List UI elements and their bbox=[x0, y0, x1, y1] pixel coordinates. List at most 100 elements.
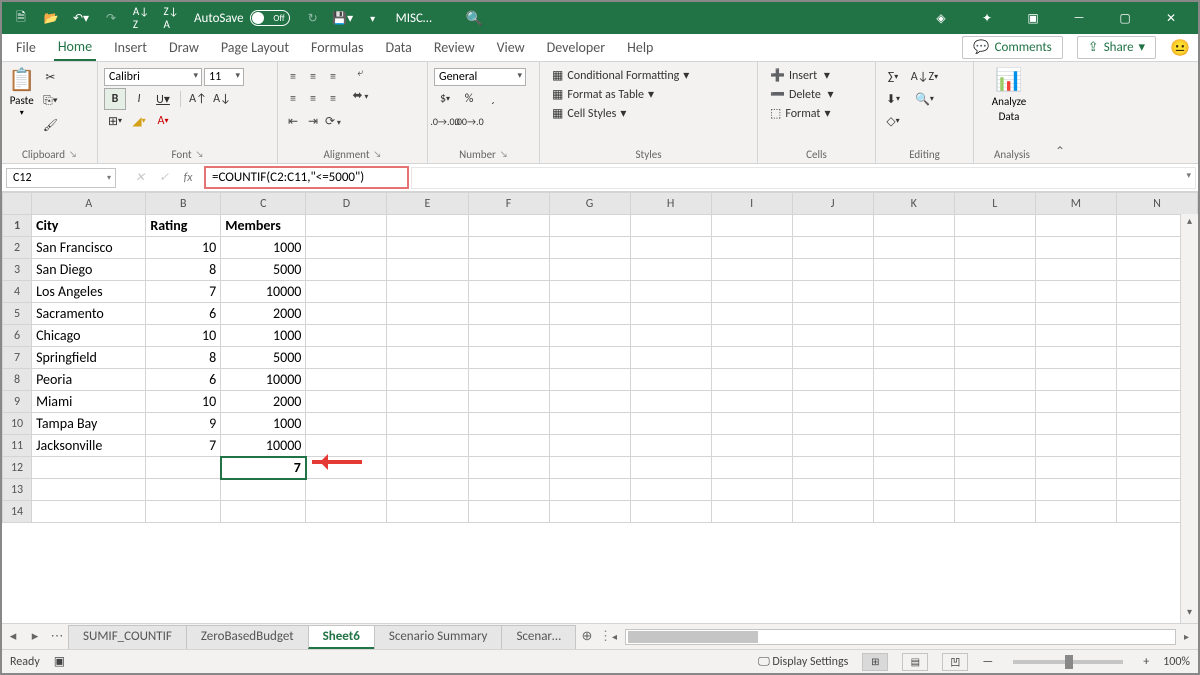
cell[interactable] bbox=[711, 369, 792, 391]
collapse-ribbon-icon[interactable]: ⌃ bbox=[1050, 62, 1070, 163]
cell[interactable] bbox=[792, 325, 873, 347]
align-center-icon[interactable]: ≡ bbox=[304, 92, 322, 106]
sheet-tab[interactable]: Scenario Summary bbox=[374, 625, 503, 649]
sheet-tab[interactable]: SUMIF_COUNTIF bbox=[68, 625, 187, 649]
cell[interactable] bbox=[468, 501, 549, 523]
align-top-icon[interactable]: ≡ bbox=[284, 70, 302, 84]
cell[interactable] bbox=[630, 325, 711, 347]
cell[interactable]: 6 bbox=[146, 303, 221, 325]
cell[interactable] bbox=[1035, 435, 1116, 457]
tab-review[interactable]: Review bbox=[430, 35, 479, 60]
cell[interactable]: 2000 bbox=[221, 391, 306, 413]
cell[interactable] bbox=[873, 325, 954, 347]
cell[interactable] bbox=[954, 391, 1035, 413]
cell[interactable] bbox=[1035, 259, 1116, 281]
close-button[interactable]: ✕ bbox=[1150, 5, 1192, 31]
cell[interactable] bbox=[792, 479, 873, 501]
cell[interactable] bbox=[792, 413, 873, 435]
cell[interactable]: 10000 bbox=[221, 281, 306, 303]
header-cell[interactable]: Members bbox=[221, 215, 306, 237]
cell[interactable] bbox=[306, 369, 387, 391]
cell[interactable]: Peoria bbox=[32, 369, 146, 391]
cell[interactable] bbox=[873, 347, 954, 369]
col-header-N[interactable]: N bbox=[1116, 193, 1197, 215]
cell[interactable] bbox=[32, 457, 146, 479]
cell[interactable] bbox=[954, 259, 1035, 281]
row-header-9[interactable]: 9 bbox=[3, 391, 32, 413]
row-header-14[interactable]: 14 bbox=[3, 501, 32, 523]
cell[interactable]: 10 bbox=[146, 325, 221, 347]
cell[interactable]: 7 bbox=[146, 281, 221, 303]
cell[interactable] bbox=[954, 325, 1035, 347]
cell[interactable] bbox=[630, 435, 711, 457]
cell[interactable] bbox=[468, 325, 549, 347]
cell[interactable] bbox=[468, 435, 549, 457]
cell[interactable]: 2000 bbox=[221, 303, 306, 325]
cell[interactable] bbox=[873, 303, 954, 325]
cell[interactable] bbox=[792, 457, 873, 479]
cell[interactable] bbox=[711, 413, 792, 435]
cell[interactable] bbox=[468, 215, 549, 237]
horizontal-scrollbar[interactable] bbox=[625, 629, 1176, 645]
cell[interactable] bbox=[954, 413, 1035, 435]
cell[interactable] bbox=[630, 391, 711, 413]
cell[interactable] bbox=[711, 215, 792, 237]
sheet-tab[interactable]: Scenar… bbox=[501, 625, 576, 649]
cell[interactable] bbox=[549, 215, 630, 237]
cell[interactable] bbox=[549, 479, 630, 501]
name-box[interactable]: C12 bbox=[6, 168, 116, 188]
orientation-icon[interactable]: ⟳ bbox=[324, 114, 342, 129]
cell[interactable] bbox=[1035, 303, 1116, 325]
tab-help[interactable]: Help bbox=[623, 35, 657, 60]
underline-button[interactable]: U▾ bbox=[152, 88, 174, 110]
cell[interactable]: 10 bbox=[146, 237, 221, 259]
increase-decimal-icon[interactable]: .0→.00 bbox=[434, 110, 456, 132]
cell[interactable] bbox=[630, 215, 711, 237]
tab-home[interactable]: Home bbox=[54, 34, 96, 61]
comments-button[interactable]: 💬 Comments bbox=[962, 36, 1062, 59]
cell[interactable] bbox=[306, 303, 387, 325]
fill-color-button[interactable]: ◢ bbox=[128, 110, 150, 132]
cell[interactable] bbox=[549, 391, 630, 413]
cell[interactable] bbox=[468, 413, 549, 435]
cell[interactable] bbox=[873, 413, 954, 435]
cell[interactable] bbox=[549, 237, 630, 259]
cell[interactable]: 8 bbox=[146, 259, 221, 281]
zoom-level[interactable]: 100% bbox=[1163, 655, 1190, 669]
cell[interactable]: 10 bbox=[146, 391, 221, 413]
maximize-button[interactable]: ▢ bbox=[1104, 5, 1146, 31]
select-all-corner[interactable] bbox=[3, 193, 32, 215]
cell[interactable] bbox=[549, 435, 630, 457]
comma-icon[interactable]: ˏ bbox=[482, 88, 504, 110]
cell[interactable] bbox=[630, 281, 711, 303]
font-launcher-icon[interactable]: ↘ bbox=[196, 149, 204, 160]
cell[interactable] bbox=[954, 303, 1035, 325]
bold-button[interactable]: B bbox=[104, 88, 126, 110]
autosum-button[interactable]: ∑ bbox=[882, 66, 904, 88]
display-settings-button[interactable]: 🖵 Display Settings bbox=[758, 655, 848, 669]
cell[interactable] bbox=[954, 435, 1035, 457]
cell[interactable] bbox=[711, 237, 792, 259]
cell[interactable] bbox=[792, 215, 873, 237]
cell[interactable] bbox=[630, 501, 711, 523]
cell[interactable] bbox=[954, 237, 1035, 259]
row-header-10[interactable]: 10 bbox=[3, 413, 32, 435]
cell[interactable] bbox=[873, 369, 954, 391]
fill-button[interactable]: ⬇ bbox=[882, 88, 904, 110]
cancel-formula-icon[interactable]: ✕ bbox=[128, 170, 152, 185]
cell[interactable] bbox=[221, 479, 306, 501]
row-header-13[interactable]: 13 bbox=[3, 479, 32, 501]
cell[interactable] bbox=[954, 501, 1035, 523]
row-header-4[interactable]: 4 bbox=[3, 281, 32, 303]
cell[interactable] bbox=[146, 479, 221, 501]
cell[interactable]: 1000 bbox=[221, 413, 306, 435]
ribbon-options-icon[interactable]: ▣ bbox=[1012, 5, 1054, 31]
cell[interactable] bbox=[873, 215, 954, 237]
cell[interactable] bbox=[792, 259, 873, 281]
cell[interactable] bbox=[387, 391, 468, 413]
cell[interactable]: Sacramento bbox=[32, 303, 146, 325]
cell[interactable]: 5000 bbox=[221, 259, 306, 281]
cell[interactable]: San Francisco bbox=[32, 237, 146, 259]
cell[interactable] bbox=[630, 413, 711, 435]
cell[interactable] bbox=[711, 259, 792, 281]
